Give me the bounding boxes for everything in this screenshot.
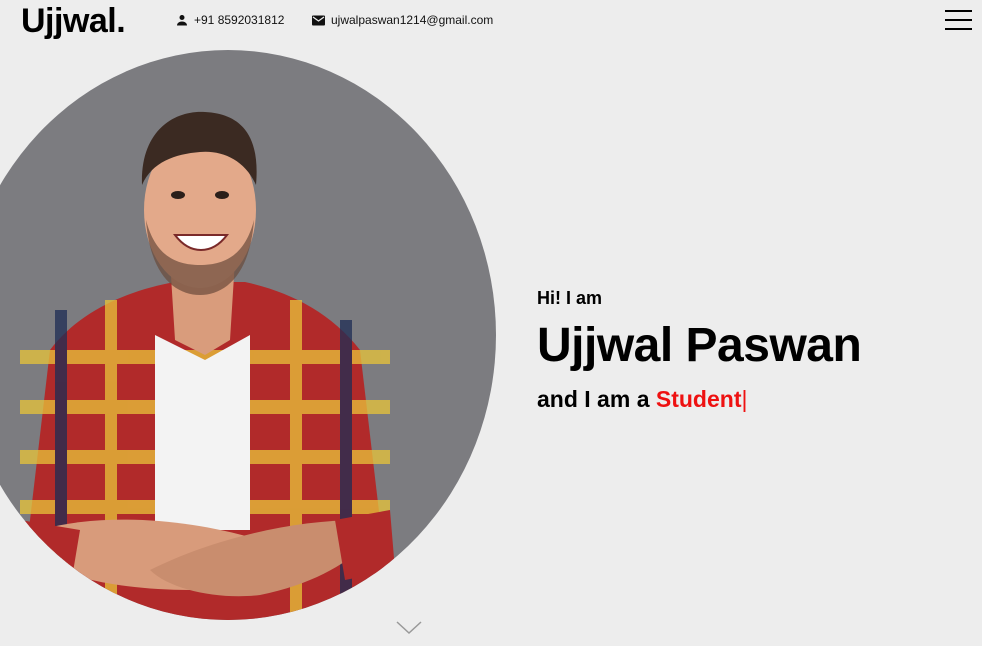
phone-number: +91 8592031812 — [194, 13, 285, 27]
greeting: Hi! I am — [537, 288, 603, 308]
chevron-down-icon[interactable] — [396, 620, 422, 636]
role-line: and I am a Student| — [537, 386, 747, 413]
hero-name: Ujjwal Paswan — [537, 319, 862, 372]
hamburger-menu-icon[interactable] — [945, 8, 973, 32]
person-icon — [176, 14, 188, 26]
logo[interactable]: Ujjwal. — [21, 2, 126, 41]
profile-photo — [0, 50, 496, 620]
phone-contact[interactable]: +91 8592031812 — [176, 13, 284, 27]
typing-cursor: | — [741, 386, 748, 412]
mail-icon — [312, 15, 325, 26]
person-illustration — [15, 111, 395, 620]
role-highlight: Student — [655, 386, 742, 412]
page: Ujjwal. +91 8592031812 ujwalpaswan1214@g… — [0, 0, 982, 646]
email-contact[interactable]: ujwalpaswan1214@gmail.com — [312, 13, 493, 27]
email-address: ujwalpaswan1214@gmail.com — [331, 13, 494, 27]
role-prefix: and I am a — [537, 386, 656, 412]
